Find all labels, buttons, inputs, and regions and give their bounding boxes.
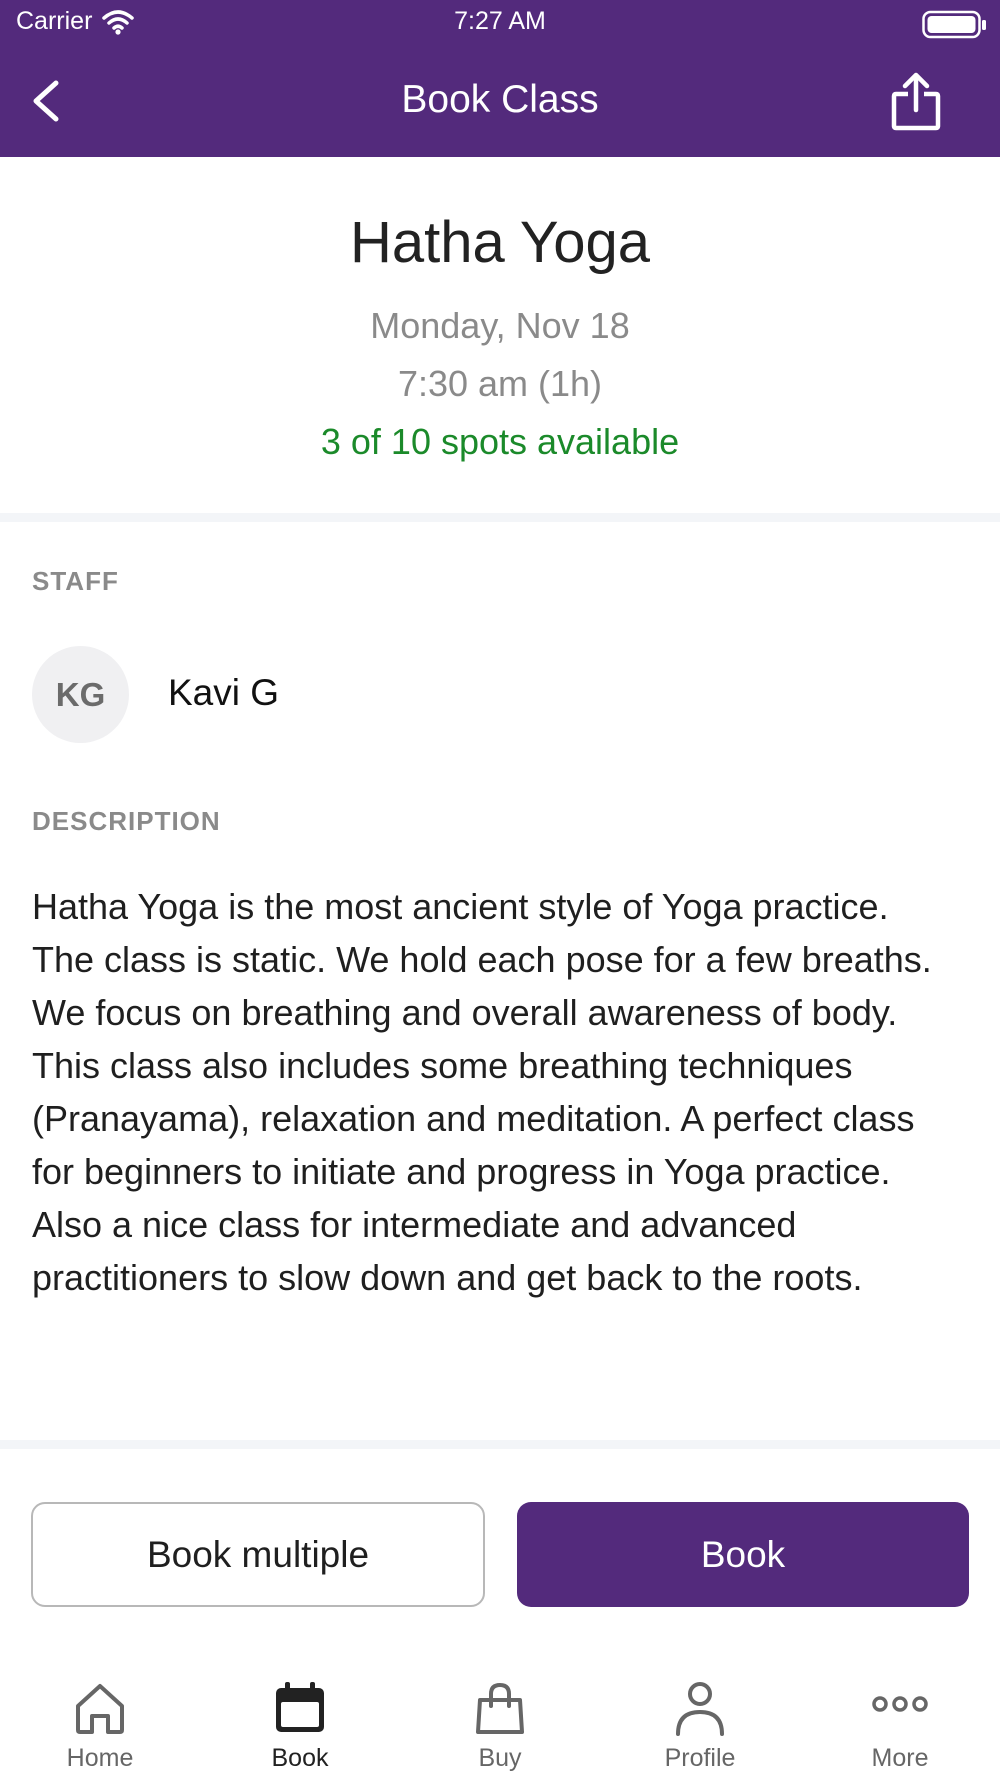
battery-icon bbox=[922, 10, 986, 39]
book-button[interactable]: Book bbox=[517, 1502, 969, 1607]
class-description: Hatha Yoga is the most ancient style of … bbox=[32, 886, 932, 1298]
section-divider bbox=[0, 513, 1000, 522]
tab-label: Buy bbox=[478, 1744, 522, 1772]
description-section-label: DESCRIPTION bbox=[32, 806, 221, 836]
class-time: 7:30 am (1h) bbox=[397, 363, 603, 404]
tab-home[interactable]: Home bbox=[0, 1660, 200, 1778]
tab-book[interactable]: Book bbox=[200, 1660, 400, 1778]
status-time: 7:27 AM bbox=[454, 7, 546, 35]
nav-bar: Book Class bbox=[0, 44, 1000, 157]
class-header: Hatha Yoga Monday, Nov 18 7:30 am (1h) 3… bbox=[0, 157, 1000, 513]
staff-avatar: KG bbox=[32, 646, 129, 743]
spots-available: 3 of 10 spots available bbox=[320, 421, 680, 462]
section-divider bbox=[0, 1440, 1000, 1449]
tab-label: Profile bbox=[664, 1744, 736, 1772]
tab-label: Home bbox=[66, 1744, 134, 1772]
shopping-bag-icon bbox=[476, 1682, 524, 1734]
home-icon bbox=[76, 1684, 124, 1734]
more-dots-icon bbox=[872, 1696, 928, 1712]
tab-buy[interactable]: Buy bbox=[400, 1660, 600, 1778]
tab-label: More bbox=[871, 1744, 929, 1772]
tab-profile[interactable]: Profile bbox=[600, 1660, 800, 1778]
tab-bar: Home Book Buy Profile More bbox=[0, 1660, 1000, 1778]
status-bar: Carrier 7:27 AM bbox=[0, 0, 1000, 44]
class-title: Hatha Yoga bbox=[350, 210, 650, 275]
staff-section-label: STAFF bbox=[32, 566, 119, 596]
page-title: Book Class bbox=[401, 78, 599, 121]
class-date: Monday, Nov 18 bbox=[370, 305, 630, 346]
tab-label: Book bbox=[271, 1744, 329, 1772]
person-icon bbox=[676, 1682, 724, 1736]
staff-name: Kavi G bbox=[168, 672, 280, 713]
tab-more[interactable]: More bbox=[800, 1660, 1000, 1778]
calendar-icon bbox=[276, 1682, 324, 1732]
book-multiple-button[interactable]: Book multiple bbox=[31, 1502, 485, 1607]
share-icon[interactable] bbox=[890, 72, 942, 132]
